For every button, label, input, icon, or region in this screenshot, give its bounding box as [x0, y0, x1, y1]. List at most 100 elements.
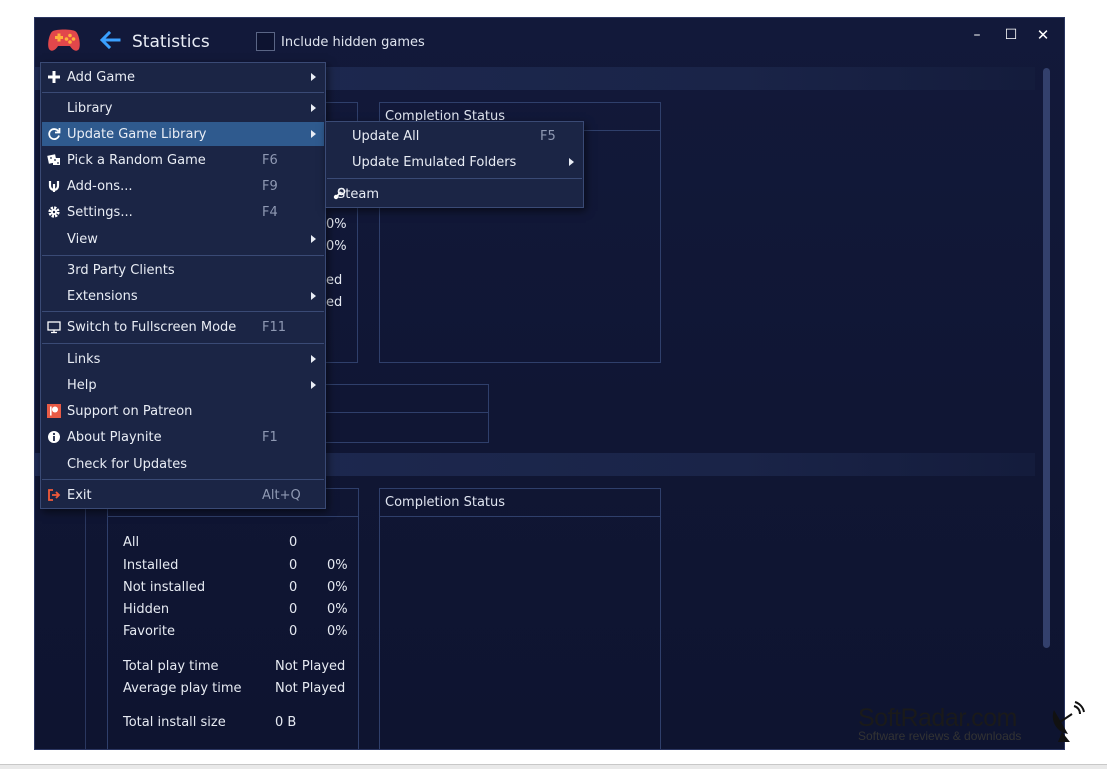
menu-separator: [42, 255, 324, 256]
playnite-logo-icon[interactable]: [47, 27, 81, 53]
menu-item-3rd-party-clients[interactable]: 3rd Party Clients: [42, 258, 324, 282]
menu-item-update-game-library[interactable]: Update Game Library: [42, 122, 324, 146]
stat-value: Not Played: [275, 659, 346, 674]
menu-item-links[interactable]: Links: [42, 347, 324, 371]
stat-label: Total play time: [123, 659, 219, 674]
watermark-subtitle: Software reviews & downloads: [858, 729, 1022, 743]
refresh-icon: [48, 128, 61, 140]
menu-shortcut: Alt+Q: [262, 488, 301, 503]
stat-label: Average play time: [123, 681, 242, 696]
bottom-border: [0, 764, 1107, 769]
plus-icon: [48, 71, 60, 83]
submenu-item-steam[interactable]: Steam: [327, 182, 582, 206]
menu-item-help[interactable]: Help: [42, 373, 324, 397]
menu-item-label: Support on Patreon: [67, 404, 193, 419]
patreon-icon: [47, 404, 61, 418]
menu-item-label: Extensions: [67, 289, 138, 304]
update-library-submenu: Update All F5 Update Emulated Folders St…: [325, 121, 584, 208]
menu-item-check-updates[interactable]: Check for Updates: [42, 452, 324, 476]
menu-item-settings[interactable]: Settings... F4: [42, 200, 324, 224]
menu-item-label: Steam: [337, 187, 379, 202]
menu-item-label: Exit: [67, 488, 92, 503]
menu-separator: [42, 92, 324, 93]
completion-status-panel-bottom: Completion Status: [379, 488, 661, 749]
stat-percent: 0%: [327, 602, 348, 617]
menu-item-fullscreen[interactable]: Switch to Fullscreen Mode F11: [42, 315, 324, 339]
menu-item-label: View: [67, 232, 98, 247]
menu-item-exit[interactable]: Exit Alt+Q: [42, 483, 324, 507]
menu-item-label: 3rd Party Clients: [67, 263, 175, 278]
submenu-arrow-icon: [311, 73, 316, 81]
stat-percent: 0%: [326, 217, 347, 232]
menu-item-about[interactable]: About Playnite F1: [42, 425, 324, 449]
menu-item-patreon[interactable]: Support on Patreon: [42, 399, 324, 423]
menu-item-add-game[interactable]: Add Game: [42, 65, 324, 89]
watermark: SoftRadar.com Software reviews & downloa…: [858, 704, 1021, 743]
menu-shortcut: F1: [262, 430, 278, 445]
stat-percent: 0%: [327, 580, 348, 595]
completion-status-title: Completion Status: [385, 495, 506, 510]
stat-count: 0: [289, 580, 298, 595]
vertical-scrollbar[interactable]: [1043, 68, 1050, 648]
menu-item-add-ons[interactable]: Add-ons... F9: [42, 174, 324, 198]
menu-shortcut: F9: [262, 179, 278, 194]
menu-item-label: Update Emulated Folders: [352, 155, 517, 170]
menu-item-label: Switch to Fullscreen Mode: [67, 320, 237, 335]
stat-label: Hidden: [123, 602, 170, 617]
menu-item-pick-random-game[interactable]: Pick a Random Game F6: [42, 148, 324, 172]
stat-label: Favorite: [123, 624, 175, 639]
menu-item-label: Update Game Library: [67, 127, 207, 142]
stat-percent: 0%: [327, 558, 348, 573]
stat-count: 0: [289, 602, 298, 617]
submenu-arrow-icon: [311, 355, 316, 363]
submenu-arrow-icon: [311, 130, 316, 138]
dice-icon: [47, 154, 60, 165]
submenu-arrow-icon: [311, 235, 316, 243]
stat-label: All: [123, 535, 140, 550]
panel-divider: [325, 412, 488, 413]
include-hidden-checkbox[interactable]: [256, 32, 275, 51]
divider: [85, 476, 86, 749]
stat-percent: 0%: [326, 239, 347, 254]
menu-separator: [327, 178, 582, 179]
screenshot: Statistics Include hidden games – ☐ ✕ 0%…: [0, 0, 1107, 769]
menu-item-label: Pick a Random Game: [67, 153, 206, 168]
stat-count: 0: [289, 624, 298, 639]
stat-count: 0: [289, 535, 298, 550]
satellite-dish-icon: [1052, 701, 1085, 742]
stats-panel-bottom: All 0 Installed 0 0% Not installed 0 0% …: [107, 488, 359, 749]
submenu-item-update-all[interactable]: Update All F5: [327, 124, 582, 148]
info-icon: [48, 431, 60, 443]
menu-separator: [42, 343, 324, 344]
submenu-item-update-emulated-folders[interactable]: Update Emulated Folders: [327, 150, 582, 174]
menu-item-label: Help: [67, 378, 97, 393]
submenu-arrow-icon: [311, 292, 316, 300]
monitor-icon: [47, 321, 61, 334]
close-button[interactable]: ✕: [1033, 26, 1053, 44]
menu-shortcut: F11: [262, 320, 287, 335]
stat-count: 0: [289, 558, 298, 573]
menu-separator: [42, 311, 324, 312]
plug-icon: [48, 181, 60, 192]
stat-label: Installed: [123, 558, 179, 573]
stat-label: Not installed: [123, 580, 206, 595]
maximize-button[interactable]: ☐: [1001, 26, 1021, 44]
panel-divider: [380, 516, 660, 517]
submenu-arrow-icon: [311, 104, 316, 112]
menu-shortcut: F5: [540, 129, 556, 144]
menu-item-label: About Playnite: [67, 430, 162, 445]
menu-item-extensions[interactable]: Extensions: [42, 284, 324, 308]
minimize-button[interactable]: –: [967, 26, 987, 44]
back-arrow-icon[interactable]: [99, 31, 121, 49]
menu-item-view[interactable]: View: [42, 227, 324, 251]
exit-icon: [48, 489, 61, 501]
stat-label: Total install size: [123, 715, 226, 730]
include-hidden-label[interactable]: Include hidden games: [281, 35, 425, 50]
submenu-arrow-icon: [569, 158, 574, 166]
stat-value: ed: [326, 295, 343, 310]
menu-item-label: Add-ons...: [67, 179, 133, 194]
menu-item-library[interactable]: Library: [42, 96, 324, 120]
menu-item-label: Update All: [352, 129, 420, 144]
stat-value: Not Played: [275, 681, 346, 696]
small-panel: [325, 384, 489, 443]
